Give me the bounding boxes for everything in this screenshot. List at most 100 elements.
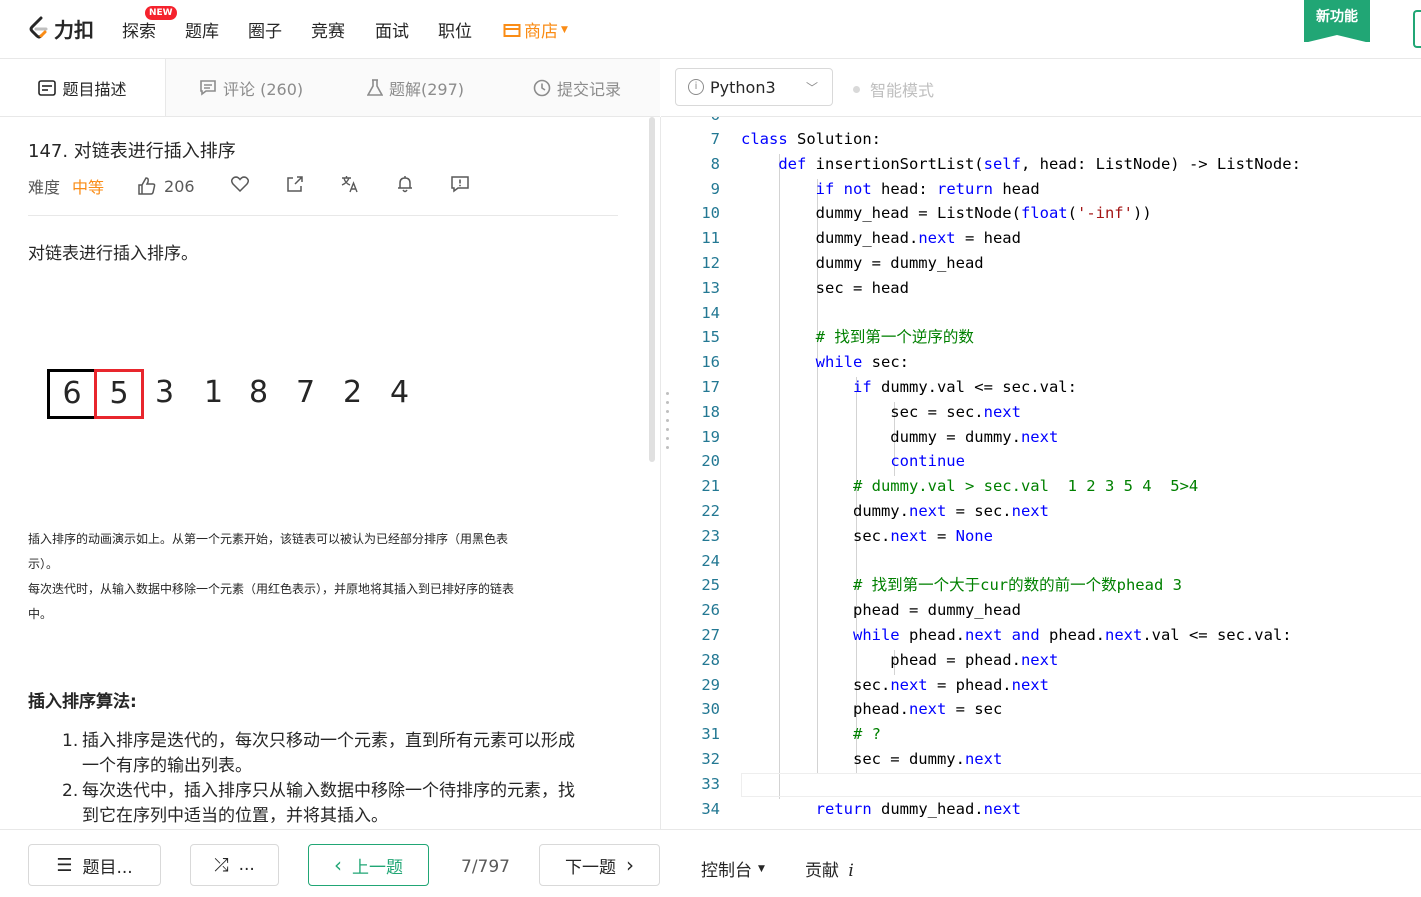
code-text: return dummy_head.next <box>815 799 1021 818</box>
line-number: 13 <box>701 278 720 297</box>
chevron-right-icon: › <box>626 853 634 877</box>
code-text: phead.next = sec <box>741 700 1003 719</box>
line-number: 14 <box>701 303 720 322</box>
editor-toolbar: i Python3 ﹀ 智能模式 <box>661 59 1421 117</box>
line-number: 12 <box>701 254 720 272</box>
line-number: 32 <box>701 750 720 768</box>
nav-circle[interactable]: 圈子 <box>248 17 282 42</box>
subscribe-button[interactable] <box>396 175 414 197</box>
next-problem-button[interactable]: 下一题 › <box>539 844 660 886</box>
note-line: 每次迭代时，从输入数据中移除一个元素（用红色表示），并原地将其插入到已排好序的链… <box>28 582 515 596</box>
like-count: 206 <box>164 176 195 196</box>
like-button[interactable]: 206 <box>138 177 195 196</box>
code-text: phead = phead.next <box>741 650 1059 669</box>
translate-button[interactable] <box>341 175 359 197</box>
code-text: sec.next = phead.next <box>741 675 1049 694</box>
leetcode-logo-icon <box>29 16 48 39</box>
tab-solutions[interactable]: 题解(297) <box>367 59 464 116</box>
code-text: dummy.next = sec.next <box>741 502 1049 520</box>
code-text: while phead.next and phead.next.val <= s… <box>852 626 1292 644</box>
line-number: 31 <box>701 725 720 744</box>
shuffle-icon: ⤮ <box>214 854 229 876</box>
chevron-down-icon: ﹀ <box>805 80 818 95</box>
code-text: def insertionSortList(self, head: ListNo… <box>778 154 1301 173</box>
nav-jobs[interactable]: 职位 <box>438 17 472 42</box>
info-italic-icon: i <box>848 861 854 881</box>
code-text: if dummy.val <= sec.val: <box>852 378 1077 396</box>
code-text: continue <box>890 452 965 471</box>
code-editor[interactable]: 67class Solution:8 def insertionSortList… <box>675 117 1421 829</box>
translate-icon <box>341 176 358 193</box>
random-problem-button[interactable]: ⤮ ... <box>190 844 279 886</box>
algorithm-heading: 插入排序算法: <box>28 692 137 712</box>
tab-submissions[interactable]: 提交记录 <box>533 59 621 116</box>
algorithm-steps: 1. 插入排序是迭代的，每次只移动一个元素，直到所有元素可以形成 一个有序的输出列… <box>62 729 617 829</box>
line-number: 22 <box>701 502 720 520</box>
code-line: 22 dummy.next = sec.next <box>675 499 1421 524</box>
nav-interview[interactable]: 面试 <box>375 17 409 42</box>
line-number: 9 <box>710 179 720 198</box>
feedback-button[interactable] <box>450 175 469 197</box>
code-text: sec = head <box>741 278 909 297</box>
line-number: 15 <box>701 328 720 347</box>
code-line: 30 phead.next = sec <box>675 697 1421 722</box>
list-node: 8 <box>249 375 269 410</box>
tab-comments[interactable]: 评论 (260) <box>199 59 303 116</box>
user-menu-edge[interactable] <box>1413 10 1421 48</box>
smart-mode-toggle[interactable]: 智能模式 <box>853 77 934 101</box>
code-line: 31 # ? <box>675 722 1421 747</box>
nav-explore[interactable]: 探索 <box>122 17 156 42</box>
line-number: 29 <box>701 675 720 694</box>
code-line: 8 def insertionSortList(self, head: List… <box>675 152 1421 177</box>
logo[interactable]: 力扣 <box>28 14 94 42</box>
contribute-button[interactable]: 贡献 i <box>805 856 854 881</box>
code-line: 26 phead = dummy_head <box>675 598 1421 623</box>
new-feature-ribbon[interactable]: 新功能 <box>1304 0 1370 43</box>
code-line: 34 return dummy_head.next <box>675 797 1421 822</box>
code-line: 28 phead = phead.next <box>675 648 1421 673</box>
share-icon <box>286 176 303 192</box>
feedback-icon <box>450 176 469 193</box>
line-number: 17 <box>701 378 720 396</box>
share-button[interactable] <box>286 175 304 197</box>
code-line: 29 sec.next = phead.next <box>675 673 1421 698</box>
grip-dot <box>666 437 669 440</box>
code-line: 23 sec.next = None <box>675 524 1421 549</box>
console-toggle[interactable]: 控制台 ▼ <box>701 856 765 881</box>
list-node: 4 <box>390 375 410 410</box>
nav-store[interactable]: 商店 ▼ <box>503 17 568 42</box>
line-number: 8 <box>710 154 720 173</box>
code-text: phead = dummy_head <box>741 601 1021 620</box>
list-node: 2 <box>343 375 363 410</box>
tab-solutions-label: 题解(297) <box>389 79 465 99</box>
language-select[interactable]: i Python3 ﹀ <box>675 68 833 106</box>
description-scrollbar[interactable] <box>649 117 655 462</box>
code-text: dummy_head.next = head <box>741 229 1021 248</box>
current-node: 5 <box>94 369 144 419</box>
code-text: if not head: return head <box>815 179 1040 198</box>
tab-description[interactable]: 题目描述 <box>0 59 166 116</box>
thumbs-up-icon <box>138 177 156 195</box>
favorite-button[interactable] <box>230 176 249 196</box>
code-text: sec = dummy.next <box>741 750 1003 768</box>
problem-list-button[interactable]: ☰ 题目... <box>28 844 161 886</box>
list-item: 1. 插入排序是迭代的，每次只移动一个元素，直到所有元素可以形成 一个有序的输出列… <box>62 731 575 776</box>
code-line: 11 dummy_head.next = head <box>675 226 1421 251</box>
pane-splitter[interactable] <box>660 117 676 829</box>
chevron-left-icon: ‹ <box>334 853 342 877</box>
line-number: 34 <box>701 799 720 818</box>
dot-icon <box>853 85 860 93</box>
code-line: 24 <box>675 549 1421 574</box>
grip-dot <box>666 401 669 404</box>
list-item: 2. 每次迭代中，插入排序只从输入数据中移除一个待排序的元素，找 到它在序列中适当… <box>62 781 575 826</box>
nav-problems[interactable]: 题库 <box>185 17 219 42</box>
prev-problem-button[interactable]: ‹ 上一题 <box>308 844 429 886</box>
code-text: # 找到第一个逆序的数 <box>815 328 974 347</box>
line-number: 24 <box>701 551 720 570</box>
nav-contest[interactable]: 竞赛 <box>311 17 345 42</box>
problem-description-pane: 147. 对链表进行插入排序 难度 中等 206 对链表进行插入排序。 6 5 … <box>0 117 660 829</box>
code-line: 18 sec = sec.next <box>675 400 1421 425</box>
store-label: 商店 <box>524 22 558 42</box>
grip-dot <box>666 446 669 449</box>
code-line: 15 # 找到第一个逆序的数 <box>675 325 1421 350</box>
